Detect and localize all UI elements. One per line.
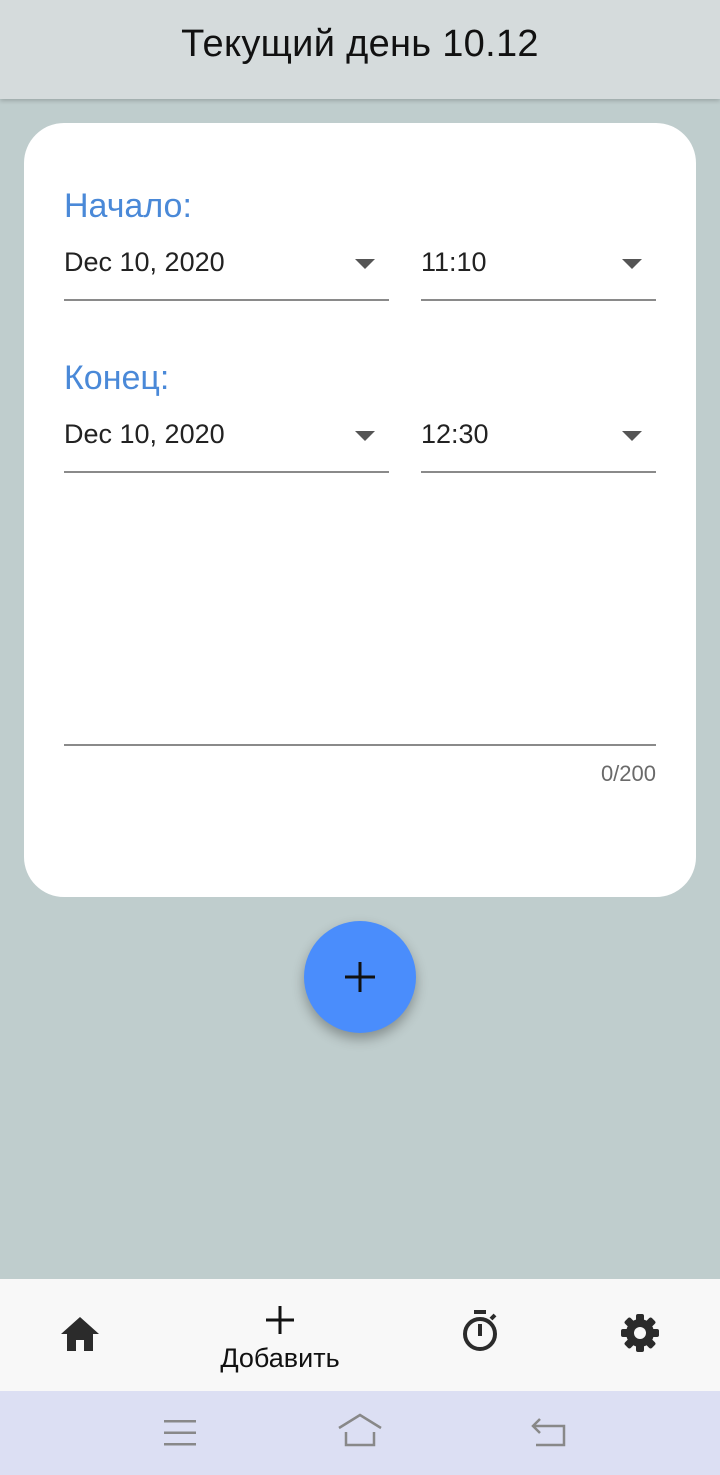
chevron-down-icon [355,431,375,441]
chevron-down-icon [622,259,642,269]
gear-icon [621,1314,659,1352]
nav-add-label: Добавить [220,1343,340,1373]
nav-home[interactable] [0,1279,160,1391]
plus-icon [345,962,375,992]
plus-icon [266,1306,294,1334]
menu-icon[interactable] [162,1415,198,1451]
end-time-value: 12:30 [421,419,489,449]
start-time-value: 11:10 [421,247,487,277]
nav-add[interactable]: Добавить [200,1279,360,1391]
add-event-button[interactable] [304,921,416,1033]
chevron-down-icon [622,431,642,441]
start-date-dropdown[interactable]: Dec 10, 2020 [64,241,389,301]
end-label: Конец: [64,359,170,397]
bottom-navigation: Добавить [0,1279,720,1391]
home-outline-icon[interactable] [336,1411,384,1451]
end-time-dropdown[interactable]: 12:30 [421,413,656,473]
back-icon[interactable] [530,1415,568,1451]
start-time-dropdown[interactable]: 11:10 [421,241,656,301]
nav-settings[interactable] [560,1279,720,1391]
timer-icon [463,1310,497,1351]
app-bar: Текущий день 10.12 [0,0,720,99]
character-counter: 0/200 [600,761,656,786]
start-label: Начало: [64,187,192,225]
end-date-dropdown[interactable]: Dec 10, 2020 [64,413,389,473]
home-icon [61,1317,99,1351]
nav-timer[interactable] [400,1279,560,1391]
system-navigation-bar [0,1391,720,1475]
notes-textarea[interactable] [64,503,656,746]
end-date-value: Dec 10, 2020 [64,419,225,449]
event-form-card: Начало: Dec 10, 2020 11:10 Конец: Dec 10… [24,123,696,897]
chevron-down-icon [355,259,375,269]
page-title: Текущий день 10.12 [181,23,539,65]
start-date-value: Dec 10, 2020 [64,247,225,277]
